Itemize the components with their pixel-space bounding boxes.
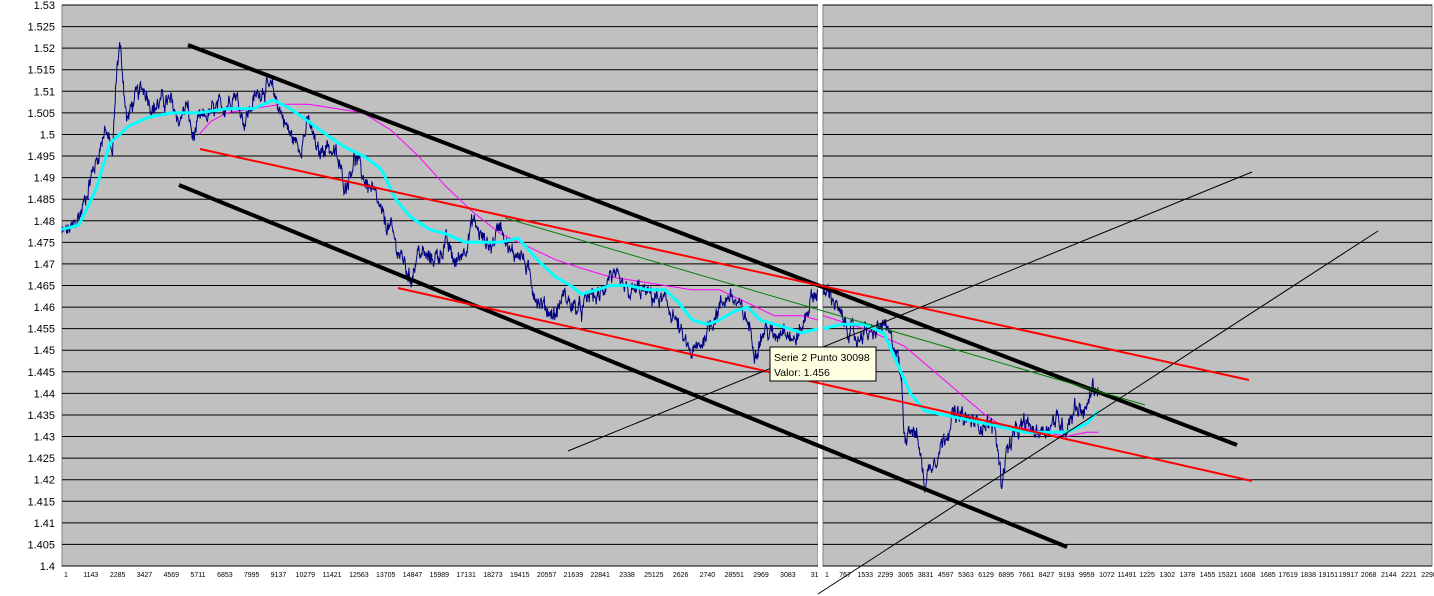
y-tick-label: 1.52 (34, 43, 55, 55)
y-tick-label: 1.41 (34, 518, 55, 530)
x-tick-label: 1838 (1300, 572, 1316, 579)
x-tick-label: 767 (839, 572, 851, 579)
x-tick-label: 2969 (753, 572, 769, 579)
x-tick-label: 19151 (1319, 572, 1339, 579)
x-tick-label: 31 (811, 572, 819, 579)
x-tick-label: 2626 (673, 572, 689, 579)
y-tick-label: 1.46 (34, 302, 55, 314)
x-tick-label: 1072 (1099, 572, 1115, 579)
y-tick-label: 1.465 (27, 281, 55, 293)
y-tick-label: 1.53 (34, 0, 55, 12)
x-tick-label: 13705 (376, 572, 396, 579)
x-tick-label: 10279 (296, 572, 316, 579)
x-tick-label: 9959 (1079, 572, 1095, 579)
tooltip-value-label: Valor: 1.456 (774, 367, 830, 379)
x-tick-label: 2144 (1381, 572, 1397, 579)
x-tick-label: 15321 (1218, 572, 1238, 579)
x-tick-label: 3831 (918, 572, 934, 579)
y-tick-label: 1.515 (27, 65, 55, 77)
x-tick-label: 21639 (564, 572, 584, 579)
x-tick-label: 3427 (137, 572, 153, 579)
x-tick-label: 20557 (537, 572, 557, 579)
x-tick-label: 25125 (644, 572, 664, 579)
right-panel: 1 767 1533 2299 3065 3831 4597 5363 6129 6895 7661… (822, 4, 1434, 579)
x-tick-label: 1143 (83, 572, 98, 579)
x-tick-label: 3065 (898, 572, 914, 579)
y-tick-label: 1.48 (34, 216, 55, 228)
x-tick-label: 5711 (191, 572, 206, 579)
left-x-tick-labels: 1 1143 2285 3427 4569 5711 6853 7995 9137 10279 11… (64, 572, 819, 579)
left-panel: 1.531.5251.521.5151.511.5051.51.4951.491… (27, 0, 818, 579)
x-tick-label: 2221 (1401, 572, 1417, 579)
x-tick-label: 11491 (1118, 572, 1137, 579)
tooltip-series-label: Serie 2 Punto 30098 (774, 352, 870, 364)
x-tick-label: 22841 (590, 572, 610, 579)
x-tick-label: 1455 (1200, 572, 1216, 579)
y-tick-label: 1.5 (40, 129, 55, 141)
x-tick-label: 3083 (780, 572, 796, 579)
x-tick-label: 1608 (1240, 572, 1256, 579)
x-tick-label: 17619 (1278, 572, 1298, 579)
y-tick-label: 1.405 (27, 539, 55, 551)
x-tick-label: 9193 (1059, 572, 1075, 579)
y-tick-label: 1.475 (27, 237, 55, 249)
x-tick-label: 1378 (1180, 572, 1196, 579)
x-tick-label: 2740 (700, 572, 716, 579)
y-tick-label: 1.445 (27, 367, 55, 379)
y-tick-label: 1.455 (27, 324, 55, 336)
x-tick-label: 4569 (163, 572, 179, 579)
x-tick-label: 19415 (510, 572, 530, 579)
x-tick-label: 6853 (217, 572, 233, 579)
y-tick-label: 1.435 (27, 410, 55, 422)
x-tick-label: 1302 (1159, 572, 1175, 579)
x-tick-label: 7995 (244, 572, 260, 579)
forex-chart: 1.531.5251.521.5151.511.5051.51.4951.491… (0, 0, 1434, 596)
x-tick-label: 5363 (958, 572, 974, 579)
y-tick-label: 1.495 (27, 151, 55, 163)
x-tick-label: 1 (825, 572, 829, 579)
x-tick-label: 8427 (1039, 572, 1055, 579)
x-tick-label: 2285 (110, 572, 126, 579)
x-tick-label: 6895 (998, 572, 1014, 579)
x-tick-label: 19917 (1339, 572, 1359, 579)
x-tick-label: 12563 (349, 572, 369, 579)
x-tick-label: 2299 (878, 572, 894, 579)
y-tick-label: 1.485 (27, 194, 55, 206)
x-tick-label: 6129 (978, 572, 994, 579)
x-tick-label: 2068 (1361, 572, 1377, 579)
y-tick-label: 1.525 (27, 22, 55, 34)
x-tick-label: 4597 (938, 572, 954, 579)
y-tick-label: 1.49 (34, 173, 55, 185)
data-point-tooltip: Serie 2 Punto 30098 Valor: 1.456 (769, 346, 877, 382)
x-tick-label: 1533 (857, 572, 873, 579)
y-tick-label: 1.415 (27, 496, 55, 508)
y-tick-label: 1.42 (34, 475, 55, 487)
y-tick-label: 1.4 (40, 561, 55, 573)
x-tick-label: 15989 (430, 572, 450, 579)
y-tick-label: 1.505 (27, 108, 55, 120)
x-tick-label: 17131 (456, 572, 476, 579)
x-tick-label: 7661 (1019, 572, 1035, 579)
x-tick-label: 1685 (1260, 572, 1276, 579)
y-tick-label: 1.43 (34, 432, 55, 444)
x-tick-label: 28551 (724, 572, 744, 579)
x-tick-label: 9137 (271, 572, 287, 579)
y-tick-label: 1.44 (34, 388, 55, 400)
y-tick-label: 1.45 (34, 345, 55, 357)
x-tick-label: 18273 (483, 572, 503, 579)
x-tick-label: 14847 (403, 572, 423, 579)
y-tick-label: 1.425 (27, 453, 55, 465)
x-tick-label: 1 (64, 572, 68, 579)
y-tick-label: 1.51 (34, 86, 55, 98)
x-tick-label: 2298 (1421, 572, 1434, 579)
x-tick-label: 11421 (323, 572, 342, 579)
x-tick-label: 1225 (1139, 572, 1155, 579)
x-tick-label: 2338 (619, 572, 635, 579)
y-tick-label: 1.47 (34, 259, 55, 271)
